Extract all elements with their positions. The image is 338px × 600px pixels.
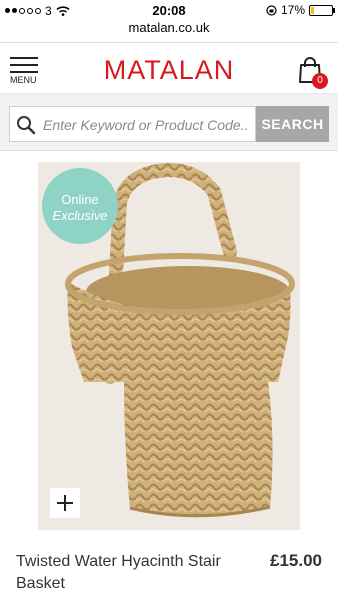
search-icon [17,116,36,135]
status-bar: 3 20:08 17% [0,0,338,20]
product-title: Twisted Water Hyacinth Stair Basket [16,553,221,592]
battery-area: 17% [266,3,335,17]
search-bar: SEARCH [0,94,338,151]
online-exclusive-badge: Online Exclusive [42,168,118,244]
zoom-button[interactable] [50,488,80,518]
rotation-lock-icon [266,4,277,16]
site-logo[interactable]: MATALAN [0,55,338,86]
badge-line-online: Online [61,192,99,207]
address-bar[interactable]: matalan.co.uk [0,20,338,40]
product-price: £15.00 [270,551,322,570]
battery-icon [309,4,335,16]
bag-count-badge: 0 [312,73,328,89]
badge-line-exclusive: Exclusive [52,208,108,223]
search-input[interactable] [41,113,255,137]
shopping-bag-button[interactable]: 0 [298,57,328,89]
product-image[interactable]: Online Exclusive [38,162,300,530]
site-header: MENU MATALAN 0 [0,42,338,94]
plus-icon [57,495,73,511]
search-field[interactable] [9,106,256,142]
battery-percent: 17% [280,3,305,17]
search-button[interactable]: SEARCH [256,106,329,142]
